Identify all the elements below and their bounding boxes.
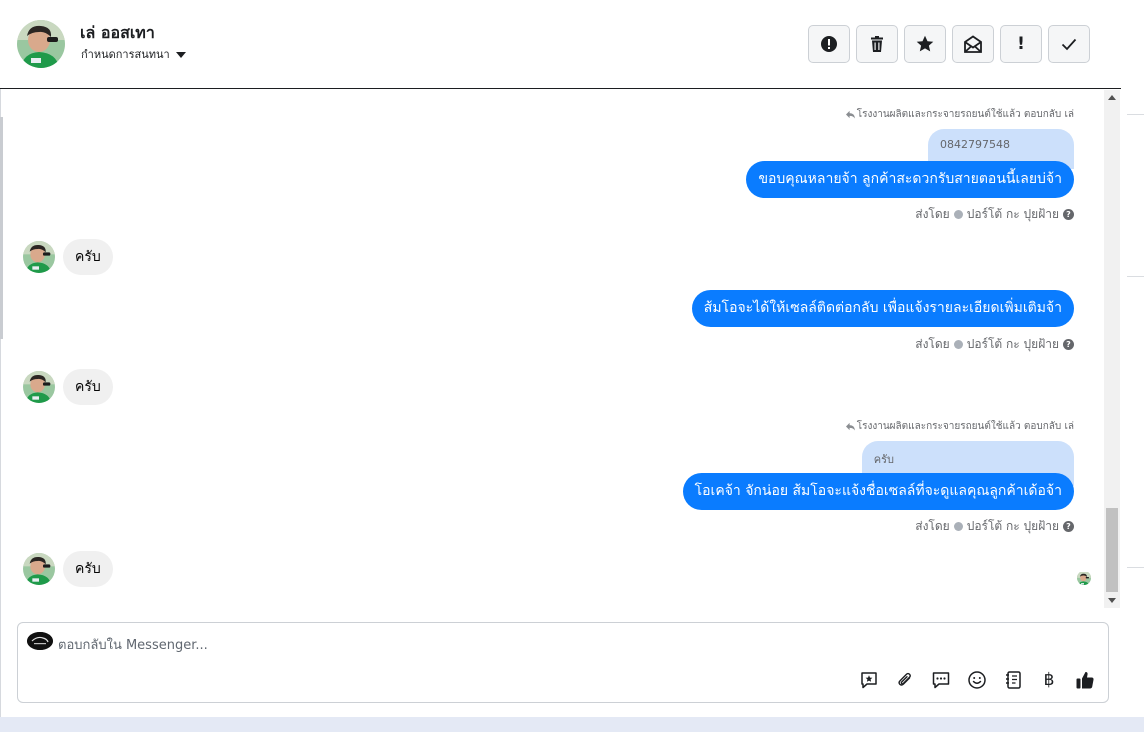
check-icon: [1061, 38, 1077, 51]
star-icon: [916, 35, 934, 52]
paperclip-icon: [898, 672, 911, 686]
sent-by-name[interactable]: ปอร์โต้ กะ ปุยฝ้าย: [967, 517, 1059, 536]
reply-arrow-icon: [845, 422, 855, 431]
notebook-icon: [1006, 671, 1021, 689]
incoming-message-row: ครับ: [23, 239, 113, 275]
reply-context-text: โรงงานผลิตและกระจายรถยนต์ใช้แล้ว ตอบกลับ…: [856, 109, 1074, 120]
like-button[interactable]: [1075, 669, 1095, 691]
incoming-message[interactable]: ครับ: [63, 551, 113, 587]
important-button[interactable]: !: [1000, 25, 1042, 63]
assign-label: กำหนดการสนทนา: [81, 48, 170, 61]
incoming-message-row: ครับ: [23, 369, 113, 405]
envelope-icon: [964, 35, 982, 53]
divider: [1127, 276, 1144, 277]
help-icon[interactable]: ?: [1063, 209, 1074, 220]
note-button[interactable]: [1003, 669, 1023, 691]
chat-bubble-icon: [932, 672, 950, 689]
scroll-up-arrow[interactable]: [1108, 95, 1116, 100]
sent-by-name[interactable]: ปอร์โต้ กะ ปุยฝ้าย: [967, 335, 1059, 354]
outgoing-message[interactable]: ขอบคุณหลายจ้า ลูกค้าสะดวกรับสายตอนนี้เลย…: [746, 161, 1074, 198]
avatar[interactable]: [23, 553, 55, 585]
page-status-icon: [953, 210, 963, 219]
reply-composer: ฿: [17, 622, 1109, 703]
exclamation-icon: !: [1017, 34, 1025, 54]
conversation-toolbar: !: [808, 25, 1090, 63]
page-status-icon: [953, 522, 963, 531]
contact-avatar[interactable]: [17, 20, 65, 68]
help-icon[interactable]: ?: [1063, 521, 1074, 532]
divider: [1127, 114, 1144, 115]
avatar[interactable]: [23, 241, 55, 273]
conversation-header: เล่ ออสเทา กำหนดการสนทนา !: [0, 0, 1121, 89]
sent-by-prefix: ส่งโดย: [915, 207, 950, 221]
sent-by-line: ส่งโดย ปอร์โต้ กะ ปุยฝ้าย ?: [915, 335, 1074, 354]
message-scrollbar[interactable]: [1104, 90, 1120, 608]
saved-reply-icon: [861, 672, 877, 689]
star-button[interactable]: [904, 25, 946, 63]
reply-context: โรงงานผลิตและกระจายรถยนต์ใช้แล้ว ตอบกลับ…: [845, 419, 1074, 434]
mark-done-button[interactable]: [1048, 25, 1090, 63]
composer-tools: ฿: [859, 669, 1095, 691]
emoji-button[interactable]: [967, 669, 987, 691]
reply-input[interactable]: [58, 634, 658, 656]
assign-conversation-dropdown[interactable]: กำหนดการสนทนา: [81, 45, 186, 63]
trash-icon: [871, 36, 883, 52]
incoming-message[interactable]: ครับ: [63, 369, 113, 405]
message-thread: โรงงานผลิตและกระจายรถยนต์ใช้แล้ว ตอบกลับ…: [0, 90, 1104, 608]
attach-button[interactable]: [895, 669, 915, 691]
divider: [1127, 567, 1144, 568]
smiley-icon: [968, 671, 986, 689]
incoming-message[interactable]: ครับ: [63, 239, 113, 275]
mark-spam-button[interactable]: [808, 25, 850, 63]
reply-arrow-icon: [845, 110, 855, 119]
sent-by-prefix: ส่งโดย: [915, 519, 950, 533]
payment-button[interactable]: ฿: [1039, 669, 1059, 691]
contact-name[interactable]: เล่ ออสเทา: [80, 21, 155, 46]
sent-by-prefix: ส่งโดย: [915, 337, 950, 351]
saved-reply-button[interactable]: [859, 669, 879, 691]
reply-context-text: โรงงานผลิตและกระจายรถยนต์ใช้แล้ว ตอบกลับ…: [856, 421, 1074, 432]
seen-indicator-avatar: [1077, 571, 1091, 585]
sent-by-line: ส่งโดย ปอร์โต้ กะ ปุยฝ้าย ?: [915, 517, 1074, 536]
alert-circle-icon: [821, 36, 837, 52]
page-logo-icon: [27, 632, 53, 650]
quick-reply-button[interactable]: [931, 669, 951, 691]
avatar[interactable]: [23, 371, 55, 403]
page-status-icon: [953, 340, 963, 349]
baht-icon: ฿: [1043, 670, 1055, 690]
help-icon[interactable]: ?: [1063, 339, 1074, 350]
caret-down-icon: [175, 51, 186, 58]
scroll-down-arrow[interactable]: [1108, 598, 1116, 603]
page-avatar: [27, 632, 53, 650]
sent-by-name[interactable]: ปอร์โต้ กะ ปุยฝ้าย: [967, 205, 1059, 224]
outgoing-message[interactable]: ส้มโอจะได้ให้เซลล์ติดต่อกลับ เพื่อแจ้งรา…: [691, 290, 1074, 327]
right-panel-edge: [1121, 0, 1144, 717]
reply-context: โรงงานผลิตและกระจายรถยนต์ใช้แล้ว ตอบกลับ…: [845, 107, 1074, 122]
scroll-thumb[interactable]: [1106, 508, 1118, 592]
delete-button[interactable]: [856, 25, 898, 63]
outgoing-message[interactable]: โอเคจ้า จักน่อย ส้มโอจะแจ้งชื่อเซลล์ที่จ…: [682, 473, 1074, 510]
incoming-message-row: ครับ: [23, 551, 113, 587]
thumbs-up-icon: [1076, 671, 1094, 689]
sent-by-line: ส่งโดย ปอร์โต้ กะ ปุยฝ้าย ?: [915, 205, 1074, 224]
mark-unread-button[interactable]: [952, 25, 994, 63]
